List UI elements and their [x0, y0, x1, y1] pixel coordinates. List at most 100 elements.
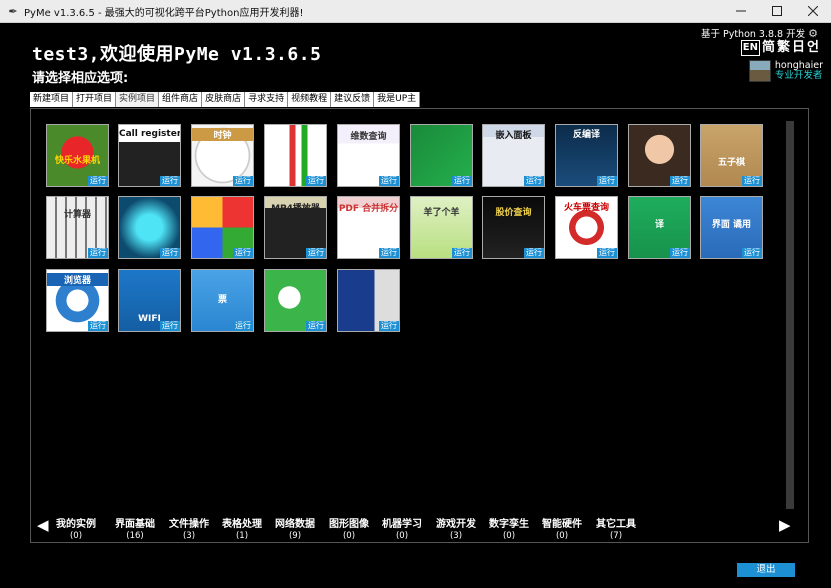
example-tile-call-register[interactable]: Call register 运行 [118, 124, 181, 187]
exit-button[interactable]: 退出 [737, 563, 795, 577]
run-button[interactable]: 运行 [524, 176, 544, 186]
category-name: 表格处理 [222, 519, 262, 530]
example-tile-clock[interactable]: 时钟运行 [191, 124, 254, 187]
run-button[interactable]: 运行 [452, 248, 472, 258]
tile-label: 计算器 [63, 210, 91, 220]
category-name: 文件操作 [169, 519, 209, 530]
tab-video-tutorials[interactable]: 视频教程 [288, 92, 332, 107]
run-button[interactable]: 运行 [306, 321, 326, 331]
close-button[interactable] [795, 0, 831, 22]
app-window: ✒ PyMe v1.3.6.5 - 最强大的可视化跨平台Python应用开发利器… [0, 0, 831, 588]
run-button[interactable]: 运行 [379, 248, 399, 258]
tab-skin-store[interactable]: 皮肤商店 [202, 92, 246, 107]
example-tile-wechat[interactable]: 运行 [264, 269, 327, 332]
category-item[interactable]: 文件操作 (3) [163, 519, 215, 542]
example-tile-browser[interactable]: 浏览器运行 [46, 269, 109, 332]
category-item[interactable]: 游戏开发 (3) [430, 519, 482, 542]
tile-label: 时钟 [192, 128, 253, 141]
example-tile-people[interactable]: 运行 [264, 124, 327, 187]
user-info[interactable]: honghaier 专业开发者 [748, 60, 823, 82]
example-tile-translate[interactable]: 译运行 [628, 196, 691, 259]
tab-component-store[interactable]: 组件商店 [159, 92, 203, 107]
tile-label: 浏览器 [47, 273, 108, 286]
example-tile-gomoku[interactable]: 五子棋运行 [700, 124, 763, 187]
tile-label: Call register [119, 129, 181, 139]
lang-simplified[interactable]: 简 [762, 40, 775, 56]
minimize-button[interactable] [723, 0, 759, 22]
category-item[interactable]: 界面基础 (16) [109, 519, 161, 542]
run-button[interactable]: 运行 [524, 248, 544, 258]
category-item[interactable]: 智能硬件 (0) [536, 519, 588, 542]
run-button[interactable]: 运行 [233, 321, 253, 331]
category-item[interactable]: 网络数据 (9) [269, 519, 321, 542]
run-button[interactable]: 运行 [160, 248, 180, 258]
example-tile-robot[interactable]: 运行 [118, 196, 181, 259]
tile-label: 快乐水果机 [54, 156, 100, 166]
category-item[interactable]: 其它工具 (7) [590, 519, 642, 542]
category-item[interactable]: 我的实例 (0) [50, 519, 102, 542]
tab-support[interactable]: 寻求支持 [245, 92, 289, 107]
example-tile-sqlite[interactable]: 维数查询 运行 [337, 124, 400, 187]
lang-en[interactable]: EN [740, 40, 760, 56]
tile-label: MP4播放器 [271, 204, 320, 214]
gear-icon[interactable]: ⚙ [808, 27, 818, 40]
lang-traditional[interactable]: 繁 [777, 40, 790, 56]
run-button[interactable]: 运行 [306, 248, 326, 258]
category-name: 智能硬件 [542, 519, 582, 530]
category-item[interactable]: 表格处理 (1) [216, 519, 268, 542]
tab-examples[interactable]: 实例项目 [116, 92, 160, 107]
run-button[interactable]: 运行 [88, 248, 108, 258]
example-tile-calculator[interactable]: 计算器运行 [46, 196, 109, 259]
category-count: (0) [69, 531, 83, 541]
lang-japanese[interactable]: 日 [792, 40, 805, 56]
run-button[interactable]: 运行 [670, 176, 690, 186]
category-item[interactable]: 图形图像 (0) [323, 519, 375, 542]
example-tile-invoice-scan[interactable]: 票运行 [191, 269, 254, 332]
example-tile-wheel[interactable]: 运行 [191, 196, 254, 259]
example-tile-decompile[interactable]: 反编译 运行 [555, 124, 618, 187]
example-tile-face[interactable]: 运行 [628, 124, 691, 187]
category-count: (16) [126, 531, 144, 541]
example-tile-train[interactable]: 火车票查询 运行 [555, 196, 618, 259]
run-button[interactable]: 运行 [160, 321, 180, 331]
run-button[interactable]: 运行 [88, 321, 108, 331]
example-tile-photo[interactable]: 运行 [337, 269, 400, 332]
run-button[interactable]: 运行 [597, 176, 617, 186]
run-button[interactable]: 运行 [233, 176, 253, 186]
lang-korean[interactable]: 언 [807, 40, 819, 56]
category-item[interactable]: 数字孪生 (0) [483, 519, 535, 542]
example-tile-embedded-panel[interactable]: 嵌入面板 运行 [482, 124, 545, 187]
example-tile-stock[interactable]: 股价查询 运行 [482, 196, 545, 259]
run-button[interactable]: 运行 [160, 176, 180, 186]
run-button[interactable]: 运行 [306, 176, 326, 186]
run-button[interactable]: 运行 [379, 321, 399, 331]
example-tile-wifi[interactable]: WIFI 运行 [118, 269, 181, 332]
example-tile-pdf-split[interactable]: PDF 合并拆分 运行 [337, 196, 400, 259]
category-item[interactable]: 机器学习 (0) [376, 519, 428, 542]
run-button[interactable]: 运行 [379, 176, 399, 186]
run-button[interactable]: 运行 [88, 176, 108, 186]
tab-feedback[interactable]: 建议反馈 [331, 92, 375, 107]
tab-uploader[interactable]: 我是UP主 [374, 92, 421, 107]
avatar[interactable] [748, 60, 771, 82]
example-tile-fruit-machine[interactable]: 快乐水果机运行 [46, 124, 109, 187]
tab-new-project[interactable]: 新建项目 [30, 92, 74, 107]
run-button[interactable]: 运行 [452, 176, 472, 186]
example-tile-mp4-player[interactable]: 运行 [410, 124, 473, 187]
tab-open-project[interactable]: 打开项目 [73, 92, 117, 107]
run-button[interactable]: 运行 [233, 248, 253, 258]
run-button[interactable]: 运行 [670, 248, 690, 258]
category-count: (0) [342, 531, 356, 541]
scrollbar[interactable] [786, 121, 794, 509]
next-arrow-icon[interactable]: ▶ [779, 516, 791, 534]
example-tile-ui-apply[interactable]: 界面 谲用 运行 [700, 196, 763, 259]
example-tile-mp4-player-2[interactable]: MP4播放器运行 [264, 196, 327, 259]
run-button[interactable]: 运行 [742, 176, 762, 186]
maximize-button[interactable] [759, 0, 795, 22]
prev-arrow-icon[interactable]: ◀ [37, 516, 49, 534]
tile-label: 五子棋 [717, 158, 745, 168]
example-tile-sheep[interactable]: 羊了个羊 运行 [410, 196, 473, 259]
run-button[interactable]: 运行 [742, 248, 762, 258]
category-count: (9) [288, 531, 302, 541]
run-button[interactable]: 运行 [597, 248, 617, 258]
